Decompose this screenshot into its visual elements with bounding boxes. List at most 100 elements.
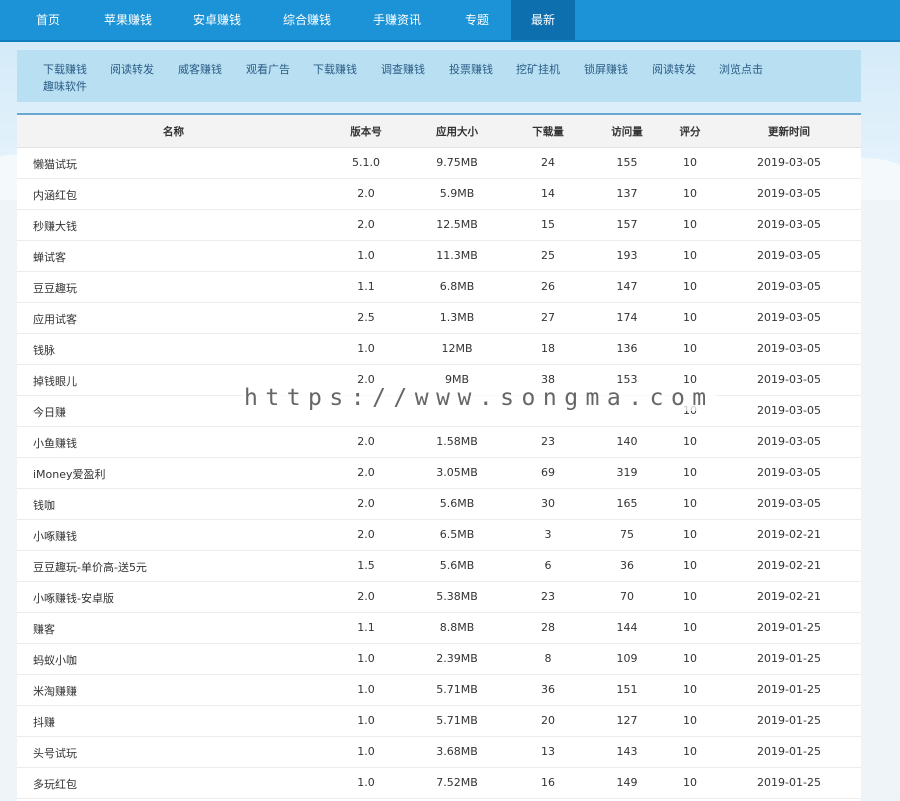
subnav-link[interactable]: 威客赚钱 <box>178 61 222 77</box>
table-row[interactable]: 抖赚 1.0 5.71MB 20 127 10 2019-01-25 <box>17 705 861 737</box>
cell-size: 6.5MB <box>439 528 475 541</box>
cell-version: 1.0 <box>357 249 375 262</box>
table-row[interactable]: 钱咖 2.0 5.6MB 30 165 10 2019-03-05 <box>17 488 861 520</box>
cell-size: 1.3MB <box>439 311 475 324</box>
cell-version: 1.0 <box>357 652 375 665</box>
table-row[interactable]: 钱脉 1.0 12MB 18 136 10 2019-03-05 <box>17 333 861 365</box>
table-row[interactable]: 秒赚大钱 2.0 12.5MB 15 157 10 2019-03-05 <box>17 209 861 241</box>
cell-size: 9.75MB <box>436 156 478 169</box>
cell-visits: 155 <box>616 156 638 169</box>
header-size: 应用大小 <box>436 126 478 138</box>
nav-home[interactable]: 首页 <box>18 0 78 40</box>
nav-latest[interactable]: 最新 <box>511 0 575 40</box>
cell-downloads: 25 <box>541 249 555 262</box>
cell-version: 2.0 <box>357 466 375 479</box>
cell-size: 1.58MB <box>436 435 478 448</box>
subnav-link[interactable]: 挖矿挂机 <box>516 61 560 77</box>
table-row[interactable]: 头号试玩 1.0 3.68MB 13 143 10 2019-01-25 <box>17 736 861 768</box>
nav-apple-earn[interactable]: 苹果赚钱 <box>90 0 166 40</box>
cell-name[interactable]: 内涵红包 <box>33 187 77 203</box>
cell-name[interactable]: 头号试玩 <box>33 745 77 761</box>
cell-name[interactable]: iMoney爱盈利 <box>33 466 106 482</box>
cell-score: 10 <box>683 528 697 541</box>
cell-size: 11.3MB <box>436 249 478 262</box>
watermark: https://www.songma.com <box>242 385 716 411</box>
cell-name[interactable]: 秒赚大钱 <box>33 218 77 234</box>
cell-update-time: 2019-03-05 <box>757 280 821 293</box>
cell-version: 1.1 <box>357 621 375 634</box>
table-row[interactable]: 内涵红包 2.0 5.9MB 14 137 10 2019-03-05 <box>17 178 861 210</box>
subnav-link[interactable]: 锁屏赚钱 <box>584 61 628 77</box>
cell-downloads: 24 <box>541 156 555 169</box>
subnav-link[interactable]: 观看广告 <box>246 61 290 77</box>
nav-topics[interactable]: 专题 <box>446 0 508 40</box>
cell-size: 5.6MB <box>439 497 475 510</box>
cell-name[interactable]: 多玩红包 <box>33 776 77 792</box>
table-row[interactable]: 懒猫试玩 5.1.0 9.75MB 24 155 10 2019-03-05 <box>17 147 861 179</box>
table-row[interactable]: 小啄赚钱-安卓版 2.0 5.38MB 23 70 10 2019-02-21 <box>17 581 861 613</box>
cell-visits: 140 <box>616 435 638 448</box>
cell-name[interactable]: 豆豆趣玩 <box>33 280 77 296</box>
table-row[interactable]: 蚂蚁小咖 1.0 2.39MB 8 109 10 2019-01-25 <box>17 643 861 675</box>
subnav-link[interactable]: 趣味软件 <box>43 78 87 94</box>
cell-name[interactable]: 豆豆趣玩-单价高-送5元 <box>33 559 147 575</box>
table-row[interactable]: iMoney爱盈利 2.0 3.05MB 69 319 10 2019-03-05 <box>17 457 861 489</box>
cell-visits: 165 <box>616 497 638 510</box>
top-navigation: 首页 苹果赚钱 安卓赚钱 综合赚钱 手赚资讯 专题 最新 <box>0 0 900 42</box>
cell-visits: 151 <box>616 683 638 696</box>
cell-name[interactable]: 蚂蚁小咖 <box>33 652 77 668</box>
cell-name[interactable]: 掉钱眼儿 <box>33 373 77 389</box>
cell-score: 10 <box>683 435 697 448</box>
cell-score: 10 <box>683 652 697 665</box>
header-downloads: 下载量 <box>532 126 564 138</box>
cell-score: 10 <box>683 621 697 634</box>
table-header: 名称 版本号 应用大小 下载量 访问量 评分 更新时间 <box>17 115 861 148</box>
cell-score: 10 <box>683 559 697 572</box>
table-row[interactable]: 米淘赚赚 1.0 5.71MB 36 151 10 2019-01-25 <box>17 674 861 706</box>
cell-score: 10 <box>683 249 697 262</box>
table-row[interactable]: 小鱼赚钱 2.0 1.58MB 23 140 10 2019-03-05 <box>17 426 861 458</box>
cell-name[interactable]: 赚客 <box>33 621 55 637</box>
cell-name[interactable]: 钱脉 <box>33 342 55 358</box>
cell-size: 3.05MB <box>436 466 478 479</box>
cell-downloads: 15 <box>541 218 555 231</box>
cell-update-time: 2019-03-05 <box>757 404 821 417</box>
cell-size: 6.8MB <box>439 280 475 293</box>
subnav-link[interactable]: 投票赚钱 <box>449 61 493 77</box>
table-row[interactable]: 蝉试客 1.0 11.3MB 25 193 10 2019-03-05 <box>17 240 861 272</box>
cell-name[interactable]: 小鱼赚钱 <box>33 435 77 451</box>
nav-general-earn[interactable]: 综合赚钱 <box>268 0 346 40</box>
cell-name[interactable]: 钱咖 <box>33 497 55 513</box>
cell-name[interactable]: 小啄赚钱 <box>33 528 77 544</box>
cell-size: 7.52MB <box>436 776 478 789</box>
cell-downloads: 26 <box>541 280 555 293</box>
table-row[interactable]: 豆豆趣玩-单价高-送5元 1.5 5.6MB 6 36 10 2019-02-21 <box>17 550 861 582</box>
cell-name[interactable]: 蝉试客 <box>33 249 66 265</box>
cell-version: 1.0 <box>357 776 375 789</box>
subnav-link[interactable]: 阅读转发 <box>652 61 696 77</box>
cell-name[interactable]: 今日赚 <box>33 404 66 420</box>
subnav-link[interactable]: 下载赚钱 <box>43 61 87 77</box>
table-row[interactable]: 豆豆趣玩 1.1 6.8MB 26 147 10 2019-03-05 <box>17 271 861 303</box>
subnav-link[interactable]: 浏览点击 <box>719 61 763 77</box>
nav-android-earn[interactable]: 安卓赚钱 <box>178 0 256 40</box>
subnav-link[interactable]: 阅读转发 <box>110 61 154 77</box>
cell-size: 5.6MB <box>439 559 475 572</box>
cell-name[interactable]: 米淘赚赚 <box>33 683 77 699</box>
table-row[interactable]: 多玩红包 1.0 7.52MB 16 149 10 2019-01-25 <box>17 767 861 799</box>
cell-name[interactable]: 抖赚 <box>33 714 55 730</box>
cell-name[interactable]: 应用试客 <box>33 311 77 327</box>
table-row[interactable]: 赚客 1.1 8.8MB 28 144 10 2019-01-25 <box>17 612 861 644</box>
subnav-link[interactable]: 调查赚钱 <box>381 61 425 77</box>
table-row[interactable]: 应用试客 2.5 1.3MB 27 174 10 2019-03-05 <box>17 302 861 334</box>
cell-version: 1.0 <box>357 342 375 355</box>
cell-downloads: 6 <box>544 559 552 572</box>
nav-earn-news[interactable]: 手赚资讯 <box>358 0 436 40</box>
cell-score: 10 <box>683 311 697 324</box>
cell-name[interactable]: 懒猫试玩 <box>33 156 77 172</box>
cell-visits: 75 <box>620 528 634 541</box>
subnav-link[interactable]: 下载赚钱 <box>313 61 357 77</box>
table-row[interactable]: 小啄赚钱 2.0 6.5MB 3 75 10 2019-02-21 <box>17 519 861 551</box>
header-update-time: 更新时间 <box>768 126 810 138</box>
cell-name[interactable]: 小啄赚钱-安卓版 <box>33 590 114 606</box>
